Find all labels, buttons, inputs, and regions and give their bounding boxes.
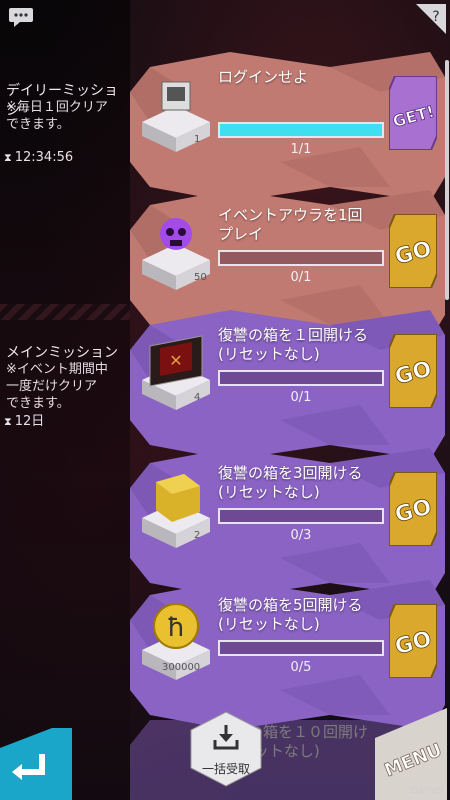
progress-bar: [218, 122, 384, 138]
progress-text: 0/1: [290, 390, 312, 405]
svg-text:ħ: ħ: [167, 613, 185, 643]
mission-card: 1 ログインせよ 1/1 GET!: [130, 52, 445, 202]
gold-coin-icon: ħ 300000: [140, 600, 212, 682]
download-icon: [213, 725, 239, 750]
get-button[interactable]: GET!: [389, 76, 437, 150]
aura-skull-icon: 50: [140, 210, 212, 292]
reward-count: 2: [194, 530, 201, 541]
daily-timer: ⧗ 12:34:56: [4, 150, 73, 165]
progress-bar: [218, 250, 384, 266]
help-icon[interactable]: ?: [416, 4, 446, 34]
progress-bar: [218, 370, 384, 386]
mission-title: 復讐の箱を１回開ける (リセットなし): [218, 326, 369, 363]
sidebar: デイリーミッション ※毎日１回クリア できます。 ⧗ 12:34:56 メインミッ…: [0, 0, 130, 800]
progress-text: 0/1: [290, 270, 312, 285]
daily-mission-note: ※毎日１回クリア できます。: [6, 100, 108, 132]
mission-title: 復讐の箱を3回開ける (リセットなし): [218, 464, 363, 501]
mission-title: 復讐の箱を5回開ける (リセットなし): [218, 596, 363, 633]
bulk-receive-label: 一括受取: [201, 762, 250, 776]
progress-bar: [218, 508, 384, 524]
main-mission-title: メインミッション: [6, 345, 118, 361]
gold-box-icon: 2: [140, 468, 212, 550]
progress-text: 0/5: [290, 660, 312, 675]
go-button[interactable]: GO: [389, 214, 437, 288]
scrollbar[interactable]: [445, 60, 449, 300]
hourglass-icon: ⧗: [4, 151, 12, 164]
bulk-receive-button[interactable]: 一括受取: [187, 710, 265, 788]
mission-card: 2 復讐の箱を3回開ける (リセットなし) 0/3 GO: [130, 448, 445, 598]
main-timer-value: 12日: [14, 414, 45, 429]
daily-timer-value: 12:34:56: [14, 150, 74, 165]
progress-text: 1/1: [290, 142, 312, 157]
revenge-box-icon: ✕ 4: [140, 330, 212, 412]
main-timer: ⧗ 12日: [4, 410, 44, 429]
mission-title: イベントアウラを1回 プレイ: [218, 206, 363, 243]
hourglass-icon: ⧗: [4, 415, 12, 428]
reward-count: 300000: [162, 662, 201, 673]
progress-text: 0/3: [290, 528, 312, 543]
reward-count: 50: [194, 272, 207, 283]
reward-count: 1: [194, 134, 201, 145]
chat-icon[interactable]: [8, 6, 34, 28]
reward-count: 4: [194, 392, 201, 403]
mission-title: ログインせよ: [218, 68, 309, 86]
go-button[interactable]: GO: [389, 334, 437, 408]
section-divider: [0, 304, 130, 320]
svg-text:?: ?: [432, 9, 439, 25]
svg-text:✕: ✕: [169, 351, 182, 370]
login-cube-icon: 1: [140, 72, 212, 154]
watermark: Gamer: [410, 785, 444, 796]
progress-bar: [218, 640, 384, 656]
mission-card: ✕ 4 復讐の箱を１回開ける (リセットなし) 0/1 GO: [130, 310, 445, 460]
back-button[interactable]: [0, 728, 72, 800]
go-button[interactable]: GO: [389, 472, 437, 546]
main-mission-note: ※イベント期間中 一度だけクリア できます。: [6, 362, 108, 411]
go-button[interactable]: GO: [389, 604, 437, 678]
